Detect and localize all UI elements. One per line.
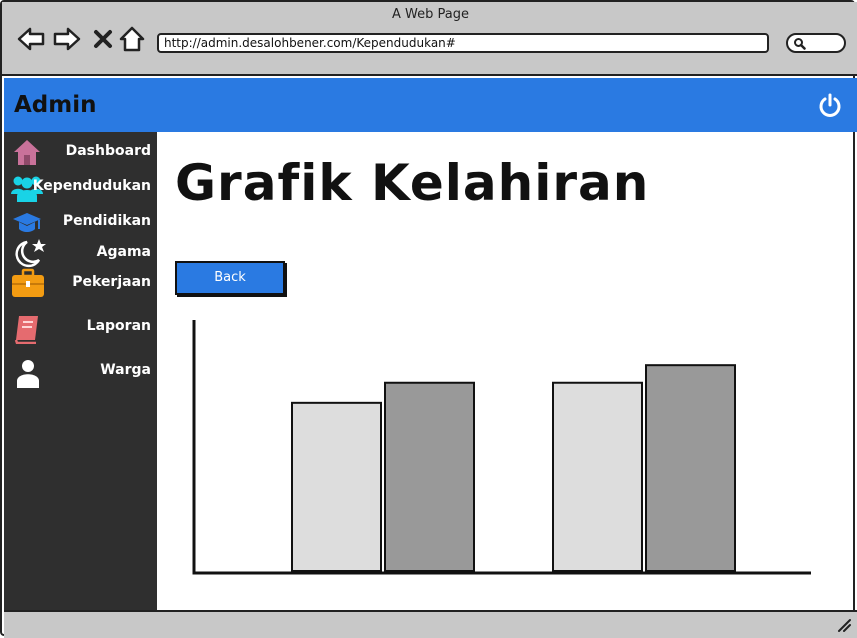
birth-chart	[192, 320, 811, 575]
close-icon[interactable]	[90, 24, 116, 54]
browser-window: A Web Page http://admin.desalohbener.com…	[0, 0, 857, 638]
status-bar	[4, 610, 857, 638]
sidebar-item-laporan[interactable]: Laporan	[4, 312, 157, 344]
browser-chrome: A Web Page http://admin.desalohbener.com…	[2, 2, 857, 76]
sidebar-item-dashboard[interactable]: Dashboard	[4, 137, 157, 167]
brand-title: Admin	[14, 92, 97, 118]
app-header: Admin	[4, 78, 857, 132]
search-icon	[794, 38, 806, 50]
sidebar-item-label: Kependudukan	[32, 178, 151, 194]
back-button[interactable]: Back	[175, 261, 285, 295]
home-icon[interactable]	[118, 24, 146, 54]
sidebar-item-agama[interactable]: Agama	[4, 238, 157, 268]
window-title: A Web Page	[392, 7, 469, 22]
page-title: Grafik Kelahiran	[175, 154, 650, 212]
sidebar-item-warga[interactable]: Warga	[4, 356, 157, 388]
forward-arrow-icon[interactable]	[52, 24, 82, 54]
briefcase-icon	[12, 268, 44, 297]
address-bar[interactable]: http://admin.desalohbener.com/Kependuduk…	[157, 33, 769, 53]
user-icon	[17, 360, 39, 388]
sidebar-item-label: Pekerjaan	[72, 274, 151, 290]
sidebar-item-label: Agama	[96, 244, 151, 260]
sidebar: Dashboard Kependudukan Pendidikan Agama …	[4, 132, 157, 610]
sidebar-item-pendidikan[interactable]: Pendidikan	[4, 207, 157, 237]
bar-group1-series2	[384, 381, 475, 572]
sidebar-item-pekerjaan[interactable]: Pekerjaan	[4, 268, 157, 298]
sidebar-item-kependudukan[interactable]: Kependudukan	[4, 172, 157, 202]
book-icon	[14, 316, 38, 344]
home-icon	[14, 140, 40, 165]
back-arrow-icon[interactable]	[16, 24, 46, 54]
sidebar-item-label: Laporan	[86, 318, 151, 334]
bar-group1-series1	[291, 401, 382, 572]
graduation-cap-icon	[13, 213, 41, 232]
bar-group2-series1	[552, 381, 643, 572]
sidebar-item-label: Pendidikan	[62, 213, 151, 229]
bar-group2-series2	[645, 364, 736, 573]
power-icon[interactable]	[817, 92, 843, 118]
sidebar-item-label: Warga	[100, 362, 151, 378]
moon-star-icon	[15, 239, 46, 268]
search-field[interactable]	[786, 33, 846, 53]
sidebar-item-label: Dashboard	[65, 143, 151, 159]
resize-handle-icon[interactable]	[837, 618, 851, 632]
